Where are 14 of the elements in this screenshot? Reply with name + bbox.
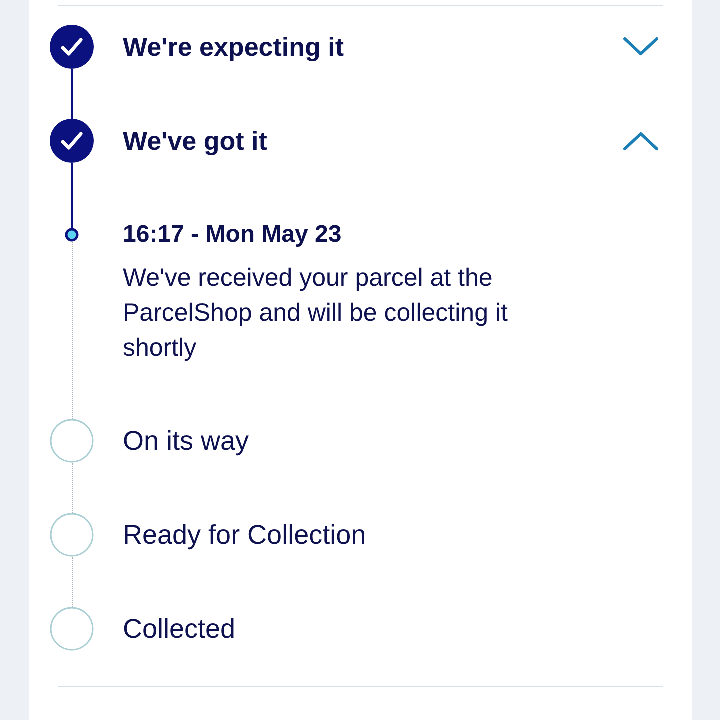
- step-title: We've got it: [123, 125, 268, 157]
- event-description: We've received your parcel at the ParcelShop and will be collecting it shortly: [123, 263, 509, 364]
- expand-toggle[interactable]: [622, 130, 660, 152]
- step-title: On its way: [123, 425, 250, 457]
- chevron-up-icon: [623, 131, 659, 151]
- step-title: Ready for Collection: [123, 519, 366, 551]
- expand-toggle[interactable]: [622, 36, 660, 58]
- chevron-down-icon: [623, 37, 659, 57]
- dot-icon: [65, 228, 79, 242]
- timeline-line: [71, 163, 73, 228]
- step-title: We're expecting it: [123, 31, 344, 63]
- event-time: 16:17 - Mon May 23: [123, 221, 343, 249]
- step-title: Collected: [123, 613, 236, 645]
- timeline-line: [71, 69, 73, 119]
